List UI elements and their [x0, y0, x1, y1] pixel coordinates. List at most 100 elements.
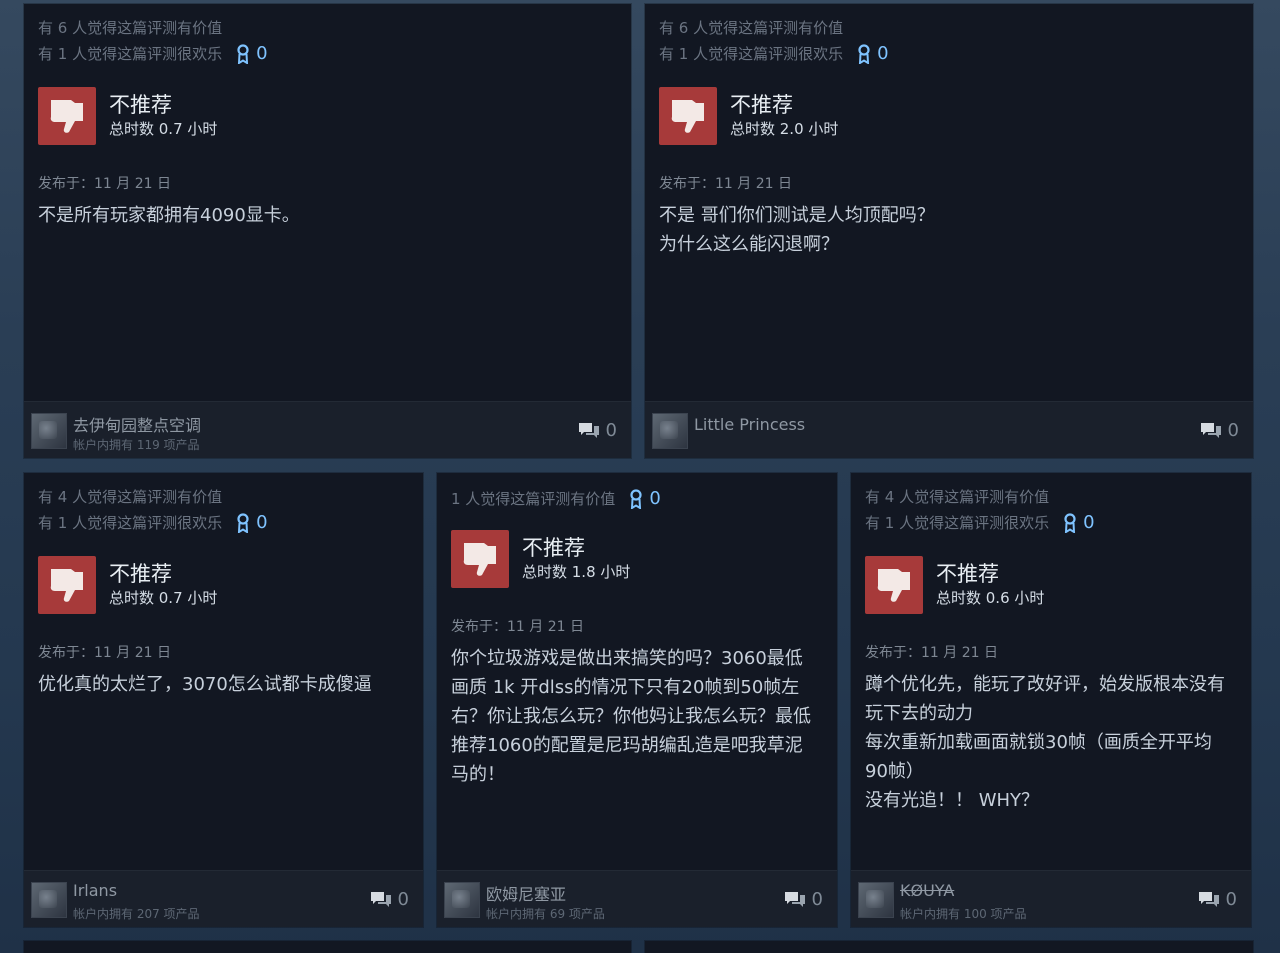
owned-products: 帐户内拥有 100 项产品	[900, 907, 1027, 921]
review-line: 画质 1k 开dlss的情况下只有20帧到50帧左	[451, 677, 800, 698]
helpful-valuable-text: 有 4 人觉得这篇评测有价值	[38, 488, 223, 506]
helpful-valuable-text: 1 人觉得这篇评测有价值	[451, 490, 616, 508]
award-count: 0	[1083, 512, 1095, 533]
comments-button[interactable]: 0	[784, 889, 823, 910]
owned-products: 帐户内拥有 207 项产品	[73, 907, 200, 921]
review-footer: 去伊甸园整点空调 帐户内拥有 119 项产品 0	[24, 401, 631, 458]
comment-bubbles-icon	[784, 891, 805, 907]
verdict-title: 不推荐	[730, 93, 793, 117]
author-name[interactable]: 去伊甸园整点空调	[73, 412, 201, 436]
thumbs-down-icon	[38, 556, 96, 614]
verdict[interactable]: 不推荐 总时数 1.8 小时	[451, 530, 823, 588]
comments-button[interactable]: 0	[1198, 889, 1237, 910]
playtime: 总时数 1.8 小时	[522, 563, 631, 581]
comment-bubbles-icon	[1200, 422, 1221, 438]
playtime: 总时数 0.6 小时	[936, 589, 1045, 607]
verdict-title: 不推荐	[109, 93, 172, 117]
award-count: 0	[256, 43, 268, 64]
verdict-title: 不推荐	[109, 562, 172, 586]
playtime: 总时数 2.0 小时	[730, 120, 839, 138]
award-count: 0	[649, 488, 661, 509]
helpful-valuable-text: 有 6 人觉得这篇评测有价值	[659, 19, 844, 37]
comments-button[interactable]: 0	[370, 889, 409, 910]
posted-date: 发布于：11 月 21 日	[865, 645, 998, 661]
helpful-funny-text: 有 1 人觉得这篇评测很欢乐	[865, 514, 1050, 532]
thumbs-down-icon	[659, 87, 717, 145]
award-button[interactable]: 0	[236, 41, 268, 67]
helpful-counts: 有 4 人觉得这篇评测有价值 有 1 人觉得这篇评测很欢乐 0	[38, 484, 409, 536]
comment-count: 0	[1225, 889, 1237, 910]
review-card-partial	[24, 941, 631, 953]
thumbs-down-icon	[451, 530, 509, 588]
award-button[interactable]: 0	[629, 486, 661, 512]
comment-bubbles-icon	[578, 422, 599, 438]
owned-products: 帐户内拥有 119 项产品	[73, 438, 200, 452]
avatar[interactable]	[858, 882, 894, 918]
award-ribbon-icon	[237, 513, 249, 533]
review-footer: 欧姆尼塞亚 帐户内拥有 69 项产品 0	[437, 870, 837, 927]
posted-date: 发布于：11 月 21 日	[38, 176, 171, 192]
review-line: 为什么这么能闪退啊？	[659, 234, 839, 255]
review-card: 有 6 人觉得这篇评测有价值 有 1 人觉得这篇评测很欢乐 0 不推荐 总时数 …	[645, 4, 1253, 458]
award-button[interactable]: 0	[1063, 510, 1095, 536]
author-name[interactable]: KØUYA	[900, 881, 954, 900]
author-name[interactable]: Irlans	[73, 881, 117, 900]
review-content[interactable]: 不是 哥们你们测试是人均顶配吗？ 为什么这么能闪退啊？	[659, 201, 1239, 259]
award-count: 0	[256, 512, 268, 533]
award-button[interactable]: 0	[857, 41, 889, 67]
helpful-counts: 有 6 人觉得这篇评测有价值 有 1 人觉得这篇评测很欢乐 0	[38, 15, 617, 67]
review-content[interactable]: 蹲个优化先，能玩了改好评，始发版根本没有 玩下去的动力 每次重新加载画面就锁30…	[865, 670, 1237, 815]
review-line: 90帧）	[865, 761, 924, 782]
posted-date: 发布于：11 月 21 日	[659, 176, 792, 192]
avatar[interactable]	[31, 882, 67, 918]
review-content[interactable]: 不是所有玩家都拥有4090显卡。	[38, 201, 617, 230]
review-card-partial	[645, 941, 1253, 953]
review-line: 蹲个优化先，能玩了改好评，始发版根本没有	[865, 674, 1225, 695]
owned-products: 帐户内拥有 69 项产品	[486, 907, 605, 921]
comment-count: 0	[811, 889, 823, 910]
verdict[interactable]: 不推荐 总时数 0.7 小时	[38, 556, 409, 614]
verdict[interactable]: 不推荐 总时数 0.7 小时	[38, 87, 617, 145]
award-ribbon-icon	[1064, 513, 1076, 533]
review-card: 1 人觉得这篇评测有价值 0 不推荐 总时数 1.8 小时 发布于：11 月 2…	[437, 473, 837, 927]
review-line: 推荐1060的配置是尼玛胡编乱造是吧我草泥	[451, 735, 803, 756]
review-footer: KØUYA 帐户内拥有 100 项产品 0	[851, 870, 1251, 927]
verdict-title: 不推荐	[522, 536, 585, 560]
helpful-funny-text: 有 1 人觉得这篇评测很欢乐	[38, 514, 223, 532]
review-line: 马的！	[451, 764, 505, 785]
author-name[interactable]: Little Princess	[694, 415, 805, 434]
avatar[interactable]	[444, 882, 480, 918]
award-count: 0	[877, 43, 889, 64]
review-line: 不是所有玩家都拥有4090显卡。	[38, 205, 300, 226]
playtime: 总时数 0.7 小时	[109, 589, 218, 607]
review-footer: Little Princess 0	[645, 401, 1253, 458]
avatar[interactable]	[652, 413, 688, 449]
helpful-valuable-text: 有 6 人觉得这篇评测有价值	[38, 19, 223, 37]
helpful-funny-text: 有 1 人觉得这篇评测很欢乐	[38, 45, 223, 63]
review-footer: Irlans 帐户内拥有 207 项产品 0	[24, 870, 423, 927]
comment-count: 0	[605, 420, 617, 441]
verdict[interactable]: 不推荐 总时数 0.6 小时	[865, 556, 1237, 614]
posted-date: 发布于：11 月 21 日	[451, 619, 584, 635]
thumbs-down-icon	[865, 556, 923, 614]
comments-button[interactable]: 0	[1200, 420, 1239, 441]
comment-bubbles-icon	[370, 891, 391, 907]
award-button[interactable]: 0	[236, 510, 268, 536]
thumbs-down-icon	[38, 87, 96, 145]
verdict[interactable]: 不推荐 总时数 2.0 小时	[659, 87, 1239, 145]
helpful-counts: 1 人觉得这篇评测有价值 0	[451, 486, 823, 512]
helpful-counts: 有 4 人觉得这篇评测有价值 有 1 人觉得这篇评测很欢乐 0	[865, 484, 1237, 536]
review-card: 有 6 人觉得这篇评测有价值 有 1 人觉得这篇评测很欢乐 0 不推荐 总时数 …	[24, 4, 631, 458]
author-name[interactable]: 欧姆尼塞亚	[486, 881, 566, 905]
helpful-counts: 有 6 人觉得这篇评测有价值 有 1 人觉得这篇评测很欢乐 0	[659, 15, 1239, 67]
review-line: 你个垃圾游戏是做出来搞笑的吗？3060最低	[451, 648, 803, 669]
avatar[interactable]	[31, 413, 67, 449]
review-content[interactable]: 你个垃圾游戏是做出来搞笑的吗？3060最低 画质 1k 开dlss的情况下只有2…	[451, 644, 823, 789]
award-ribbon-icon	[630, 489, 642, 509]
comments-button[interactable]: 0	[578, 420, 617, 441]
review-content[interactable]: 优化真的太烂了，3070怎么试都卡成傻逼	[38, 670, 409, 699]
helpful-funny-text: 有 1 人觉得这篇评测很欢乐	[659, 45, 844, 63]
review-line: 玩下去的动力	[865, 703, 973, 724]
review-line: 每次重新加载画面就锁30帧（画质全开平均	[865, 732, 1212, 753]
playtime: 总时数 0.7 小时	[109, 120, 218, 138]
